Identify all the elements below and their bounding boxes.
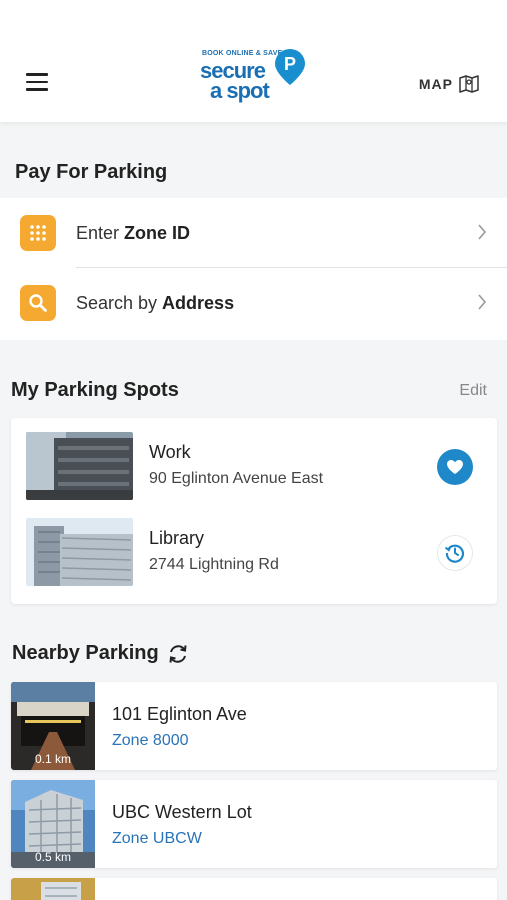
lot-name: UBC Western Lot: [112, 802, 252, 822]
spot-item-library[interactable]: Library 2744 Lightning Rd: [11, 504, 497, 590]
spot-photo: [26, 518, 133, 586]
distance-badge: 0.5 km: [34, 850, 71, 864]
nearby-item[interactable]: 0.1 km 101 Eglinton Ave Zone 8000: [11, 682, 497, 770]
nearby-item[interactable]: 0.5 km UBC Western Lot Zone UBCW: [11, 780, 497, 868]
nearby-header: Nearby Parking: [12, 642, 189, 665]
spot-name: Library: [149, 528, 205, 548]
chevron-right-icon: [478, 294, 487, 310]
parking-pin-icon: P: [275, 49, 305, 85]
refresh-icon[interactable]: [167, 643, 189, 665]
map-icon: [459, 75, 479, 93]
spot-photo: [26, 432, 133, 500]
map-button[interactable]: MAP: [419, 75, 479, 93]
app-logo: BOOK ONLINE & SAVE secure a spot P: [198, 46, 310, 108]
my-spots-title: My Parking Spots: [11, 379, 179, 401]
nearby-item[interactable]: [11, 878, 497, 900]
spot-name: Work: [149, 442, 191, 462]
pay-card: Enter Zone ID Search by Address: [0, 198, 507, 340]
logo-line2: a spot: [210, 78, 270, 103]
chevron-right-icon: [478, 224, 487, 240]
search-address-label: Search by Address: [76, 292, 235, 313]
history-icon[interactable]: [437, 535, 473, 571]
pay-section-title: Pay For Parking: [15, 161, 168, 183]
lot-zone: Zone 8000: [112, 732, 189, 749]
enter-zone-row[interactable]: Enter Zone ID: [0, 198, 507, 268]
lot-name: 101 Eglinton Ave: [112, 704, 247, 724]
edit-button[interactable]: Edit: [459, 382, 487, 400]
map-label: MAP: [418, 76, 453, 92]
logo-pin-letter: P: [284, 54, 296, 74]
menu-icon[interactable]: [26, 73, 48, 93]
spot-address: 90 Eglinton Avenue East: [149, 470, 324, 487]
app-header: BOOK ONLINE & SAVE secure a spot P MAP: [0, 0, 507, 122]
my-spots-card: Work 90 Eglinton Avenue East Library 274…: [11, 418, 497, 604]
keypad-icon: [20, 215, 56, 251]
search-address-row[interactable]: Search by Address: [0, 268, 507, 338]
nearby-title: Nearby Parking: [12, 642, 159, 664]
enter-zone-label: Enter Zone ID: [76, 222, 191, 243]
spot-item-work[interactable]: Work 90 Eglinton Avenue East: [11, 418, 497, 504]
lot-photo: [11, 878, 95, 900]
heart-icon[interactable]: [437, 449, 473, 485]
distance-badge: 0.1 km: [34, 752, 71, 766]
lot-zone: Zone UBCW: [112, 830, 202, 847]
search-icon: [20, 285, 56, 321]
logo-tagline: BOOK ONLINE & SAVE: [202, 50, 283, 57]
spot-address: 2744 Lightning Rd: [149, 556, 279, 573]
